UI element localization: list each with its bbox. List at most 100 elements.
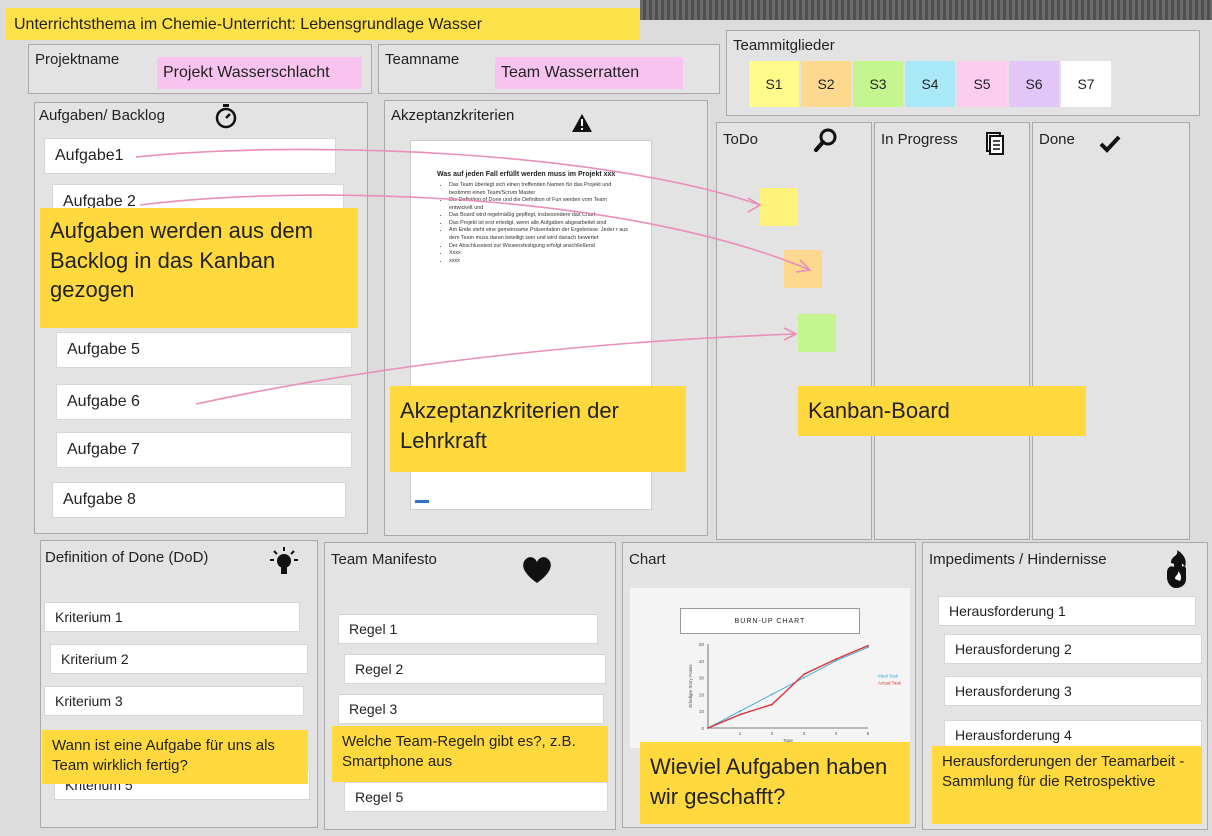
chart-legend-entry: Actual Task <box>878 681 902 686</box>
team-member-s1[interactable]: S1 <box>749 61 799 107</box>
chart-point <box>739 713 741 716</box>
top-toolbar-strip <box>640 0 1212 20</box>
manifesto-label: Team Manifesto <box>331 551 437 568</box>
chart-note[interactable]: Wieviel Aufgaben haben wir geschafft? <box>640 742 910 824</box>
chart-point <box>771 693 773 696</box>
dod-item[interactable]: Kriterium 2 <box>50 644 308 674</box>
kanban-in-progress-label: In Progress <box>881 131 958 148</box>
kanban-todo-label: ToDo <box>723 131 759 148</box>
backlog-item[interactable]: Aufgabe 7 <box>56 432 352 468</box>
stopwatch-icon <box>215 104 237 129</box>
backlog-item[interactable]: Aufgabe1 <box>44 138 336 174</box>
doc-page-indicator <box>415 500 429 503</box>
manifesto-item[interactable]: Regel 2 <box>344 654 606 684</box>
chart-x-tick-label: 1 <box>739 731 742 736</box>
team-members-panel: Teammitglieder S1 S2 S3 S4 S5 S6 S7 <box>726 30 1200 116</box>
team-name-label: Teamname <box>385 51 460 68</box>
impediment-item[interactable]: Herausforderung 2 <box>944 634 1202 664</box>
kanban-done-label: Done <box>1039 131 1075 148</box>
fire-hand-icon <box>1167 550 1186 588</box>
chart-image: BURN-UP CHART 0 10 20 30 40 50 1 2 3 4 5 Tage Erledi… <box>630 588 910 748</box>
acceptance-doc-item: Der Abschlusstest zur Wissensfestigung e… <box>449 243 629 251</box>
team-name-panel: Teamname Team Wasserratten <box>378 44 720 94</box>
impediment-item[interactable]: Herausforderung 3 <box>944 676 1202 706</box>
chart-x-tick-label: 3 <box>803 731 806 736</box>
team-member-s6[interactable]: S6 <box>1009 61 1059 107</box>
impediments-label: Impediments / Hindernisse <box>929 551 1107 568</box>
manifesto-item[interactable]: Regel 1 <box>338 614 598 644</box>
chart-y-tick-label: 30 <box>699 676 705 681</box>
acceptance-doc-title: Was auf jeden Fall erfüllt werden muss i… <box>437 171 616 178</box>
backlog-label: Aufgaben/ Backlog <box>39 107 165 124</box>
manifesto-item[interactable]: Regel 5 <box>344 782 608 812</box>
chart-y-tick-label: 50 <box>699 642 705 647</box>
chart-point <box>739 710 741 713</box>
chart-x-tick-label: 2 <box>771 731 774 736</box>
project-name-value[interactable]: Projekt Wasserschlacht <box>157 57 362 89</box>
chart-y-tick-label: 0 <box>701 726 704 731</box>
acceptance-note[interactable]: Akzeptanzkriterien der Lehrkraft <box>390 386 686 472</box>
team-member-s3[interactable]: S3 <box>853 61 903 107</box>
kanban-sticky-note[interactable] <box>760 188 798 226</box>
chart-y-tick-label: 40 <box>699 659 705 664</box>
kanban-column-todo: ToDo <box>716 122 872 540</box>
chart-point <box>803 673 805 676</box>
backlog-note[interactable]: Aufgaben werden aus dem Backlog in das K… <box>40 208 358 328</box>
kanban-column-in-progress: In Progress <box>874 122 1030 540</box>
dod-item[interactable]: Kriterium 3 <box>44 686 304 716</box>
impediments-note[interactable]: Herausforderungen der Teamarbeit - Samml… <box>932 746 1202 824</box>
acceptance-doc-item: Das Projekt ist erst erledigt, wenn alle… <box>449 220 629 228</box>
dod-item[interactable]: Kriterium 1 <box>44 602 300 632</box>
document-icon <box>986 132 1004 155</box>
chart-label: Chart <box>629 551 666 568</box>
acceptance-doc-item: Am Ende steht eine gemeinsame Präsentati… <box>449 227 629 242</box>
heart-icon <box>523 557 551 583</box>
chart-x-tick-label: 5 <box>867 731 870 736</box>
project-name-panel: Projektname Projekt Wasserschlacht <box>28 44 372 94</box>
chart-point <box>803 676 805 679</box>
warning-icon <box>572 114 592 132</box>
kanban-sticky-note[interactable] <box>784 250 822 288</box>
backlog-item[interactable]: Aufgabe 6 <box>56 384 352 420</box>
chart-svg: 010203040501 2 3 4 5TageErledigte Story Poin… <box>688 642 902 743</box>
page-title: Unterrichtsthema im Chemie-Unterricht: L… <box>6 8 640 40</box>
dod-label: Definition of Done (DoD) <box>45 549 209 566</box>
chart-legend-entry: Ideal Task <box>878 674 899 679</box>
kanban-column-done: Done <box>1032 122 1190 540</box>
chart-title: BURN-UP CHART <box>680 608 860 634</box>
team-member-s4[interactable]: S4 <box>905 61 955 107</box>
chart-point <box>867 646 869 649</box>
chart-series-line <box>707 646 869 729</box>
backlog-item[interactable]: Aufgabe 5 <box>56 332 352 368</box>
acceptance-doc-item: Das Board wird regelmäßig gepflegt, insb… <box>449 212 629 220</box>
chart-point <box>867 644 869 647</box>
magnifier-icon <box>814 128 837 152</box>
acceptance-doc-item: Die Definition of Done und die Definitio… <box>449 197 629 212</box>
kanban-note[interactable]: Kanban-Board <box>798 386 1086 436</box>
chart-point <box>835 658 837 661</box>
manifesto-item[interactable]: Regel 3 <box>338 694 604 724</box>
team-name-value[interactable]: Team Wasserratten <box>495 57 683 89</box>
kanban-sticky-note[interactable] <box>798 314 836 352</box>
team-member-s5[interactable]: S5 <box>957 61 1007 107</box>
impediment-item[interactable]: Herausforderung 1 <box>938 596 1196 626</box>
acceptance-label: Akzeptanzkriterien <box>391 107 515 124</box>
chart-point <box>771 703 773 706</box>
manifesto-note[interactable]: Welche Team-Regeln gibt es?, z.B. Smartp… <box>332 726 608 782</box>
chart-x-tick-label: 4 <box>835 731 838 736</box>
project-name-label: Projektname <box>35 51 120 68</box>
chart-y-label: Erledigte Story Points <box>688 664 693 708</box>
team-members-label: Teammitglieder <box>733 37 835 54</box>
acceptance-doc-item: xxxx <box>449 258 629 266</box>
lightbulb-icon <box>270 547 298 574</box>
chart-y-tick-label: 10 <box>699 709 705 714</box>
team-member-s2[interactable]: S2 <box>801 61 851 107</box>
team-member-s7[interactable]: S7 <box>1061 61 1111 107</box>
checkmark-icon <box>1099 135 1121 153</box>
backlog-item[interactable]: Aufgabe 8 <box>52 482 346 518</box>
chart-point <box>707 727 709 729</box>
chart-y-tick-label: 20 <box>699 692 705 697</box>
acceptance-doc-item: Das Team überlegt sich einen treffenden … <box>449 182 629 197</box>
acceptance-doc-item: Xxxx <box>449 250 629 258</box>
dod-note[interactable]: Wann ist eine Aufgabe für uns als Team w… <box>42 730 308 784</box>
